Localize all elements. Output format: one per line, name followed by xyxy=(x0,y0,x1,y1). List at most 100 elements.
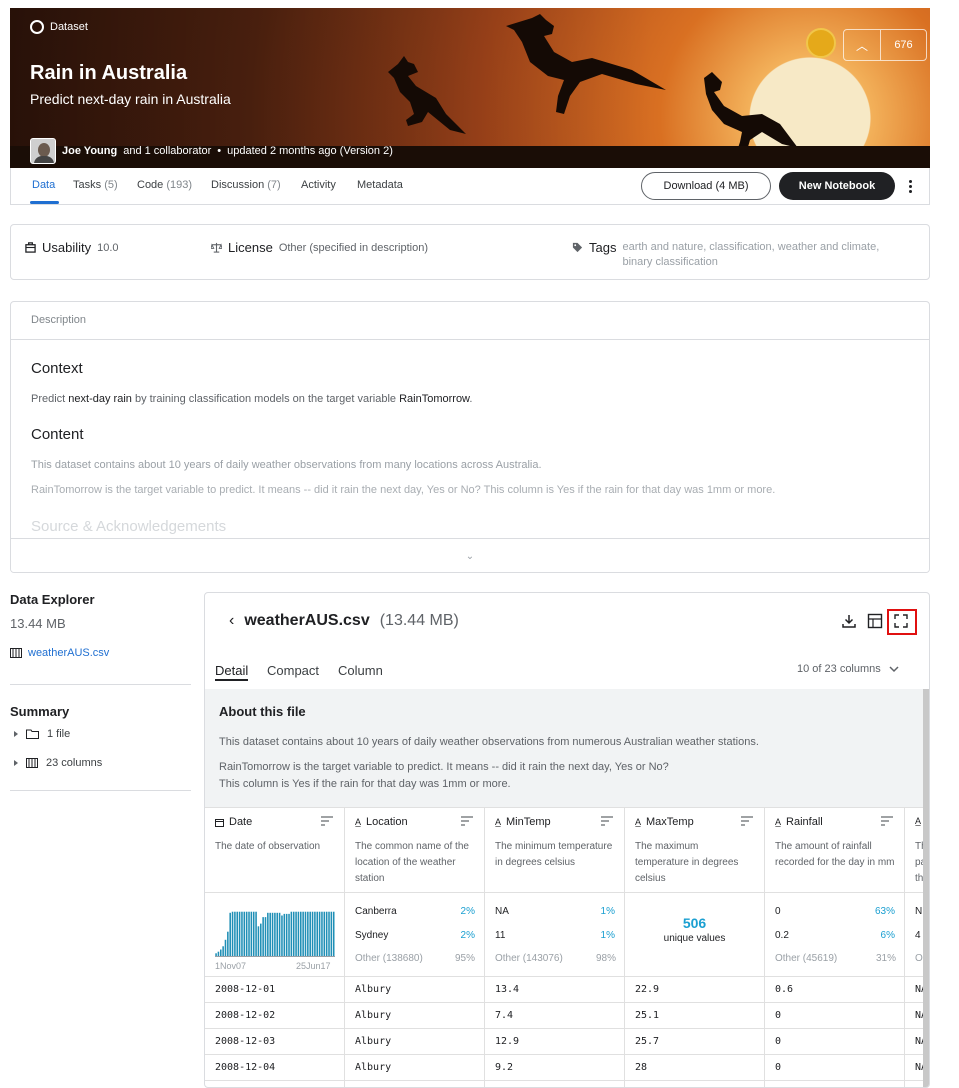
histogram-bar[interactable] xyxy=(271,912,274,956)
column-header-location[interactable]: A̲ Location xyxy=(355,816,408,828)
histogram-bar[interactable] xyxy=(262,917,264,956)
histogram-bar[interactable] xyxy=(236,911,239,956)
histogram-bar[interactable] xyxy=(220,949,222,956)
histogram-bar[interactable] xyxy=(297,911,300,956)
histogram-bar[interactable] xyxy=(300,911,302,956)
histogram-bar[interactable] xyxy=(328,911,330,956)
histogram-bar[interactable] xyxy=(260,923,262,956)
avatar[interactable] xyxy=(30,138,56,164)
histogram-bar[interactable] xyxy=(231,911,234,956)
histogram-bar[interactable] xyxy=(234,911,236,956)
file-link-weatheraus[interactable]: weatherAUS.csv xyxy=(10,647,109,659)
tags-list[interactable]: earth and nature, classification, weathe… xyxy=(622,240,906,270)
author-line: Joe Young and 1 collaborator • updated 2… xyxy=(30,138,393,164)
histogram-bar[interactable] xyxy=(281,915,283,957)
download-icon[interactable] xyxy=(841,613,857,629)
sort-icon[interactable] xyxy=(741,816,753,826)
sort-icon[interactable] xyxy=(321,816,333,826)
tab-column[interactable]: Column xyxy=(338,663,383,678)
histogram-bar[interactable] xyxy=(217,951,220,956)
tab-tasks[interactable]: Tasks (5) xyxy=(73,179,118,191)
date-histogram[interactable] xyxy=(215,901,335,957)
table-row[interactable]: 2008-12-03 Albury 12.9 25.7 0 NA xyxy=(205,1029,923,1055)
histogram-bar[interactable] xyxy=(283,913,286,956)
histogram-bar[interactable] xyxy=(274,912,276,956)
histogram-bar[interactable] xyxy=(269,912,271,956)
column-header-rainfall[interactable]: A̲ Rainfall xyxy=(775,816,823,828)
histogram-bar[interactable] xyxy=(332,911,335,956)
column-header-date[interactable]: Date xyxy=(215,816,252,828)
column-header-mintemp[interactable]: A̲ MinTemp xyxy=(495,816,551,828)
sort-icon[interactable] xyxy=(881,816,893,826)
table-row[interactable]: 2008-12-01 Albury 13.4 22.9 0.6 NA xyxy=(205,977,923,1003)
column-header-maxtemp[interactable]: A̲ MaxTemp xyxy=(635,816,694,828)
histogram-bar[interactable] xyxy=(267,912,269,956)
histogram-bar[interactable] xyxy=(245,911,248,956)
back-chevron-icon[interactable]: ‹ xyxy=(229,612,234,630)
table-row[interactable]: 2008-12-02 Albury 7.4 25.1 0 NA xyxy=(205,1003,923,1029)
histogram-bar[interactable] xyxy=(330,911,333,956)
sort-icon[interactable] xyxy=(461,816,473,826)
fullscreen-highlight-box[interactable] xyxy=(887,609,917,635)
scrollbar[interactable] xyxy=(923,689,929,1087)
histogram-bar[interactable] xyxy=(257,926,260,956)
tab-code[interactable]: Code (193) xyxy=(137,179,192,191)
histogram-bar[interactable] xyxy=(252,911,255,956)
upvote-chevron-icon[interactable]: ︿ xyxy=(844,30,881,60)
upvote-widget[interactable]: ︿ 676 xyxy=(843,29,927,61)
histogram-bar[interactable] xyxy=(215,953,217,956)
histogram-bar[interactable] xyxy=(302,911,304,956)
column-header-partial[interactable]: A̲ xyxy=(915,816,921,826)
histogram-bar[interactable] xyxy=(311,911,314,956)
histogram-bar[interactable] xyxy=(288,913,290,956)
expand-description-button[interactable]: ⌄ xyxy=(11,538,929,572)
summary-columns-item[interactable]: 23 columns xyxy=(14,757,102,769)
summary-files-item[interactable]: 1 file xyxy=(14,728,70,740)
histogram-bar[interactable] xyxy=(290,911,293,956)
author-link[interactable]: Joe Young xyxy=(62,145,117,157)
column-count-dropdown[interactable]: 10 of 23 columns xyxy=(797,663,899,675)
histogram-bar[interactable] xyxy=(224,939,227,956)
collaborators-link[interactable]: and 1 collaborator xyxy=(123,145,211,157)
download-button[interactable]: Download (4 MB) xyxy=(641,172,771,200)
histogram-bar[interactable] xyxy=(250,911,253,956)
histogram-bar[interactable] xyxy=(238,911,241,956)
histogram-bar[interactable] xyxy=(278,912,281,956)
histogram-bar[interactable] xyxy=(229,912,231,956)
histogram-bar[interactable] xyxy=(325,911,328,956)
histogram-bar[interactable] xyxy=(243,911,246,956)
histogram-bar[interactable] xyxy=(276,912,279,956)
tab-detail[interactable]: Detail xyxy=(215,663,249,681)
histogram-bar[interactable] xyxy=(248,911,250,956)
histogram-bar[interactable] xyxy=(323,911,326,956)
histogram-bar[interactable] xyxy=(227,931,229,956)
dataset-title: Rain in Australia xyxy=(30,62,188,84)
histogram-bar[interactable] xyxy=(309,911,311,956)
histogram-bar[interactable] xyxy=(255,911,257,956)
histogram-bar[interactable] xyxy=(304,911,307,956)
sort-icon[interactable] xyxy=(601,816,613,826)
histogram-bar[interactable] xyxy=(285,913,288,956)
histogram-bar[interactable] xyxy=(321,911,323,956)
histogram-bar[interactable] xyxy=(307,911,309,956)
histogram-bar[interactable] xyxy=(292,911,295,956)
histogram-bar[interactable] xyxy=(314,911,316,956)
upvote-count[interactable]: 676 xyxy=(881,30,926,60)
table-row[interactable]: 2008-12-04 Albury 9.2 28 0 NA xyxy=(205,1055,923,1081)
table-view-icon[interactable] xyxy=(867,613,883,629)
about-file-paragraph-2: RainTomorrow is the target variable to p… xyxy=(219,761,669,773)
tab-data[interactable]: Data xyxy=(32,179,55,191)
histogram-bar[interactable] xyxy=(264,917,267,956)
histogram-bar[interactable] xyxy=(316,911,319,956)
histogram-bar[interactable] xyxy=(241,911,243,956)
new-notebook-button[interactable]: New Notebook xyxy=(779,172,895,200)
usability-item[interactable]: Usability 10.0 xyxy=(25,240,119,255)
histogram-bar[interactable] xyxy=(222,946,224,956)
more-options-icon[interactable] xyxy=(904,176,916,196)
tab-metadata[interactable]: Metadata xyxy=(357,179,403,191)
histogram-bar[interactable] xyxy=(295,911,297,956)
tab-compact[interactable]: Compact xyxy=(267,663,319,678)
tab-activity[interactable]: Activity xyxy=(301,179,336,191)
tab-discussion[interactable]: Discussion (7) xyxy=(211,179,281,191)
histogram-bar[interactable] xyxy=(318,911,321,956)
